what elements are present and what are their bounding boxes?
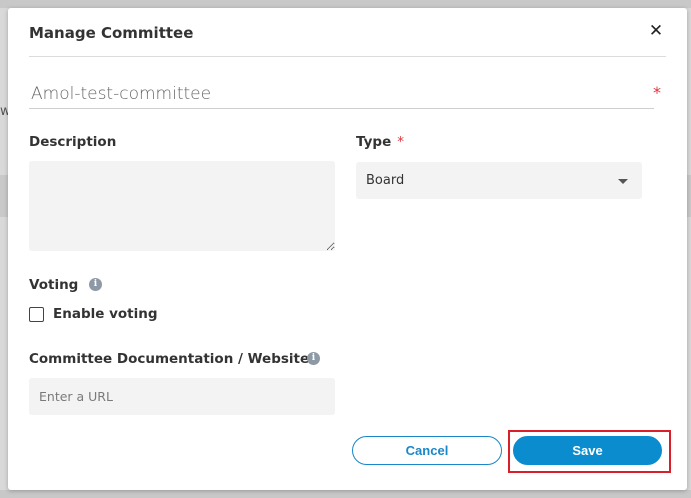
enable-voting-label[interactable]: Enable voting <box>53 306 158 322</box>
title-divider <box>29 56 666 57</box>
description-label: Description <box>29 134 117 150</box>
documentation-url-input[interactable] <box>29 378 335 415</box>
documentation-info-icon[interactable]: i <box>307 352 320 365</box>
type-required-mark: * <box>397 134 404 150</box>
type-select[interactable]: Board <box>356 162 642 199</box>
chevron-down-icon <box>618 179 628 184</box>
modal-title: Manage Committee <box>29 24 194 42</box>
type-select-value: Board <box>366 173 405 188</box>
voting-info-icon[interactable]: i <box>89 278 102 291</box>
enable-voting-checkbox[interactable] <box>29 307 44 322</box>
type-label: Type * <box>356 134 404 150</box>
documentation-label: Committee Documentation / Website <box>29 351 310 367</box>
committee-name-input[interactable] <box>29 80 654 109</box>
name-required-mark: * <box>653 83 661 102</box>
background-top <box>0 0 691 8</box>
save-button[interactable]: Save <box>513 436 662 465</box>
cancel-button[interactable]: Cancel <box>352 436 502 465</box>
voting-label: Voting <box>29 277 79 293</box>
manage-committee-modal: Manage Committee ✕ * Description Type * B… <box>8 8 687 490</box>
description-textarea[interactable] <box>29 161 335 251</box>
background-bottom <box>0 490 691 498</box>
close-icon[interactable]: ✕ <box>647 22 665 40</box>
type-label-text: Type <box>356 134 392 150</box>
